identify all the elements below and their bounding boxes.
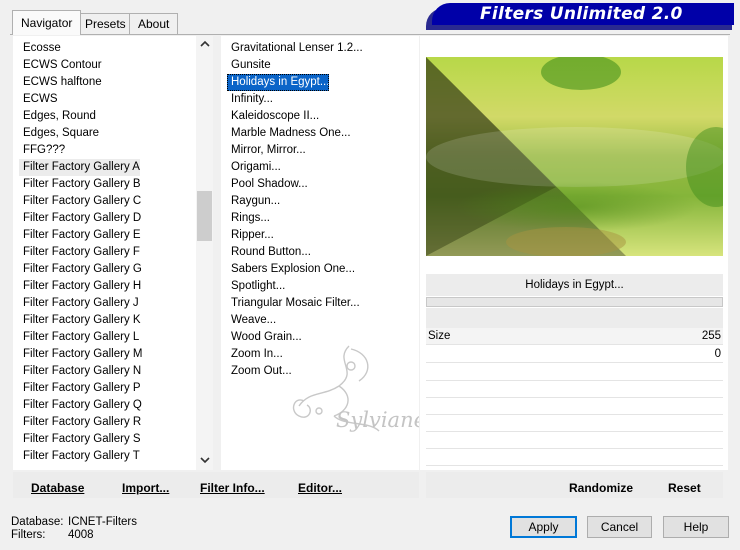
watermark-text: Sylviane: [336, 408, 419, 432]
filter-item[interactable]: Gravitational Lenser 1.2...: [227, 40, 363, 57]
category-item[interactable]: Filter Factory Gallery H: [19, 278, 141, 295]
progress-bar: [426, 297, 723, 307]
param-value-2[interactable]: 0: [715, 348, 721, 360]
watermark-flourish: [292, 345, 380, 432]
param-row-2[interactable]: 0: [426, 346, 723, 363]
category-item[interactable]: Filter Factory Gallery G: [19, 261, 142, 278]
editor-button-label: Editor...: [298, 481, 343, 495]
filter-info-button-label: Filter Info...: [200, 481, 265, 495]
category-list[interactable]: Ecosse ECWS Contour ECWS halftone ECWS Edges…: [13, 36, 213, 470]
help-button[interactable]: Help: [663, 516, 729, 538]
filter-item[interactable]: Mirror, Mirror...: [227, 142, 306, 159]
filter-item[interactable]: Marble Madness One...: [227, 125, 351, 142]
filter-name-label: Holidays in Egypt...: [426, 274, 723, 296]
preview-image: [426, 57, 723, 256]
category-item[interactable]: Filter Factory Gallery F: [19, 244, 140, 261]
category-item[interactable]: Filter Factory Gallery B: [19, 176, 141, 193]
category-item[interactable]: Ecosse: [19, 40, 61, 57]
category-item[interactable]: Filter Factory Gallery E: [19, 227, 141, 244]
title-banner: Filters Unlimited 2.0: [432, 3, 734, 25]
tab-about[interactable]: About: [129, 13, 179, 34]
chevron-up-icon[interactable]: [200, 40, 210, 51]
filter-item[interactable]: Weave...: [227, 312, 276, 329]
category-item[interactable]: ECWS halftone: [19, 74, 102, 91]
chevron-down-icon[interactable]: [200, 456, 210, 467]
tab-navigator[interactable]: Navigator: [12, 10, 82, 35]
filter-item[interactable]: Gunsite: [227, 57, 271, 74]
database-button[interactable]: Database: [31, 479, 84, 497]
filter-item[interactable]: Spotlight...: [227, 278, 285, 295]
category-scroll-thumb[interactable]: [197, 191, 212, 241]
filter-item[interactable]: Sabers Explosion One...: [227, 261, 355, 278]
status-filters-value: 4008: [68, 529, 94, 541]
category-item[interactable]: Filter Factory Gallery L: [19, 329, 139, 346]
filter-item[interactable]: Holidays in Egypt...: [227, 74, 330, 91]
param-row-4: [426, 381, 723, 398]
import-button[interactable]: Import...: [122, 479, 169, 497]
tab-divider: [10, 34, 730, 35]
filter-item[interactable]: Kaleidoscope II...: [227, 108, 319, 125]
category-item[interactable]: Filter Factory Gallery J: [19, 295, 139, 312]
param-value-size[interactable]: 255: [702, 330, 721, 342]
param-spacer: [426, 308, 723, 328]
filter-item[interactable]: Raygun...: [227, 193, 280, 210]
database-button-label: Database: [31, 481, 85, 495]
filter-item[interactable]: Infinity...: [227, 91, 273, 108]
randomize-button[interactable]: Randomize: [569, 479, 633, 497]
filter-item[interactable]: Rings...: [227, 210, 270, 227]
import-button-label: Import...: [122, 481, 170, 495]
category-item[interactable]: Filter Factory Gallery R: [19, 414, 141, 431]
category-item[interactable]: Filter Factory Gallery S: [19, 431, 141, 448]
param-label-size: Size: [428, 330, 451, 342]
apply-button[interactable]: Apply: [510, 516, 577, 538]
category-item[interactable]: Filter Factory Gallery D: [19, 210, 141, 227]
status-database-value: ICNET-Filters: [68, 516, 137, 528]
category-item[interactable]: Filter Factory Gallery M: [19, 346, 143, 363]
category-item[interactable]: Filter Factory Gallery K: [19, 312, 141, 329]
filter-item[interactable]: Round Button...: [227, 244, 311, 261]
status-filters-label: Filters:: [11, 529, 46, 541]
category-item[interactable]: Filter Factory Gallery C: [19, 193, 141, 210]
filter-info-button[interactable]: Filter Info...: [200, 479, 265, 497]
category-item[interactable]: Filter Factory Gallery P: [19, 380, 141, 397]
editor-button[interactable]: Editor...: [298, 479, 342, 497]
category-item[interactable]: FFG???: [19, 142, 65, 159]
filter-item[interactable]: Pool Shadow...: [227, 176, 308, 193]
param-row-size[interactable]: Size 255: [426, 328, 723, 345]
category-item-partial: [19, 465, 23, 470]
param-row-7: [426, 432, 723, 449]
category-scrollbar[interactable]: [196, 36, 213, 470]
param-row-3: [426, 364, 723, 381]
cancel-button[interactable]: Cancel: [587, 516, 652, 538]
status-database-label: Database:: [11, 516, 64, 528]
param-row-5: [426, 398, 723, 415]
filter-item[interactable]: Origami...: [227, 159, 281, 176]
reset-button[interactable]: Reset: [668, 479, 701, 497]
category-item[interactable]: Edges, Square: [19, 125, 99, 142]
category-item[interactable]: Filter Factory Gallery A: [19, 159, 140, 176]
category-item[interactable]: Edges, Round: [19, 108, 96, 125]
param-row-6: [426, 415, 723, 432]
filter-item[interactable]: Ripper...: [227, 227, 274, 244]
category-item[interactable]: Filter Factory Gallery T: [19, 448, 140, 465]
category-item[interactable]: Filter Factory Gallery N: [19, 363, 141, 380]
category-item[interactable]: Filter Factory Gallery Q: [19, 397, 142, 414]
filter-list[interactable]: Gravitational Lenser 1.2... Gunsite Holida…: [221, 36, 419, 470]
category-item[interactable]: ECWS Contour: [19, 57, 102, 74]
filter-item[interactable]: Triangular Mosaic Filter...: [227, 295, 360, 312]
filter-item[interactable]: Zoom In...: [227, 346, 283, 363]
param-row-8: [426, 449, 723, 466]
tab-presets[interactable]: Presets: [76, 13, 135, 34]
category-item[interactable]: ECWS: [19, 91, 58, 108]
